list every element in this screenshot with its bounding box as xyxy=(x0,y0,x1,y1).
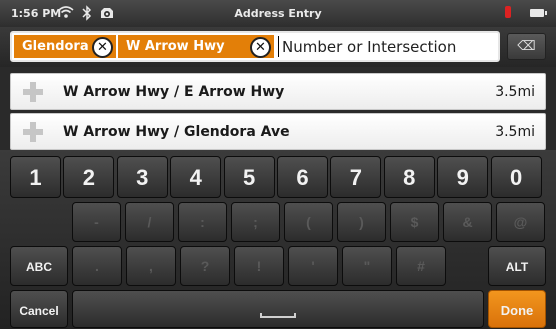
symbol-key[interactable]: # xyxy=(396,246,446,286)
number-or-intersection-input[interactable] xyxy=(279,33,497,60)
symbol-key[interactable]: : xyxy=(178,202,227,242)
list-item[interactable]: W Arrow Hwy / E Arrow Hwy 3.5mi xyxy=(10,73,546,110)
symbol-key[interactable]: ! xyxy=(234,246,284,286)
symbol-key[interactable]: ' xyxy=(288,246,338,286)
cancel-button[interactable]: Cancel xyxy=(10,290,68,328)
screen-title: Address Entry xyxy=(234,7,322,20)
space-key[interactable] xyxy=(72,290,484,328)
symbol-key[interactable]: ; xyxy=(231,202,280,242)
number-key[interactable]: 1 xyxy=(10,156,61,198)
number-key[interactable]: 3 xyxy=(116,156,168,198)
number-key[interactable]: 4 xyxy=(170,156,222,198)
status-bar: 1:56 PM Address Entry xyxy=(0,0,556,27)
symbol-key[interactable]: - xyxy=(72,202,121,242)
result-distance: 3.5mi xyxy=(495,124,535,140)
number-key[interactable]: 5 xyxy=(223,156,275,198)
backspace-button[interactable]: ⌫ xyxy=(507,33,546,60)
result-label: W Arrow Hwy / Glendora Ave xyxy=(63,124,290,140)
city-chip[interactable]: Glendora ✕ xyxy=(14,35,116,58)
number-key[interactable]: 8 xyxy=(383,156,435,198)
results-list: W Arrow Hwy / E Arrow Hwy 3.5mi W Arrow … xyxy=(0,67,556,153)
city-chip-label: Glendora xyxy=(22,39,89,54)
number-key[interactable]: 7 xyxy=(330,156,382,198)
remove-city-icon[interactable]: ✕ xyxy=(92,37,113,58)
street-chip-label: W Arrow Hwy xyxy=(126,39,225,54)
space-icon xyxy=(260,313,296,318)
symbol-key[interactable]: ( xyxy=(284,202,333,242)
number-key[interactable]: 6 xyxy=(277,156,328,198)
symbol-key[interactable]: / xyxy=(125,202,174,242)
alert-icon xyxy=(505,6,511,18)
result-label: W Arrow Hwy / E Arrow Hwy xyxy=(63,84,285,100)
street-chip[interactable]: W Arrow Hwy ✕ xyxy=(118,35,274,58)
symbol-key[interactable]: ) xyxy=(337,202,386,242)
symbol-key[interactable]: , xyxy=(126,246,176,286)
intersection-icon xyxy=(23,82,43,102)
symbol-key[interactable]: @ xyxy=(496,202,545,242)
address-input-bar: Glendora ✕ W Arrow Hwy ✕ ⌫ xyxy=(0,27,556,67)
list-item[interactable]: W Arrow Hwy / Glendora Ave 3.5mi xyxy=(10,113,546,150)
number-key[interactable]: 2 xyxy=(63,156,115,198)
result-distance: 3.5mi xyxy=(495,84,535,100)
intersection-icon xyxy=(23,122,43,142)
symbol-key[interactable]: & xyxy=(443,202,492,242)
remove-street-icon[interactable]: ✕ xyxy=(250,37,271,58)
abc-key[interactable]: ABC xyxy=(10,246,68,286)
backspace-icon: ⌫ xyxy=(517,39,536,54)
on-screen-keyboard: 1234567890 - /:;() $ & @ .,?! ' " # ABC ALT Can… xyxy=(0,150,556,329)
symbol-key[interactable]: " xyxy=(342,246,392,286)
battery-icon xyxy=(530,9,547,17)
symbol-key[interactable]: . xyxy=(72,246,122,286)
done-button[interactable]: Done xyxy=(488,290,546,328)
symbol-key[interactable]: ? xyxy=(180,246,230,286)
number-key[interactable]: 9 xyxy=(437,156,489,198)
alt-key[interactable]: ALT xyxy=(488,246,546,286)
symbol-key[interactable]: $ xyxy=(390,202,439,242)
number-key[interactable]: 0 xyxy=(490,156,542,198)
address-field[interactable]: Glendora ✕ W Arrow Hwy ✕ xyxy=(10,31,500,62)
address-entry-screen: 1:56 PM Address Entry Glendora ✕ W Arrow… xyxy=(0,0,556,329)
